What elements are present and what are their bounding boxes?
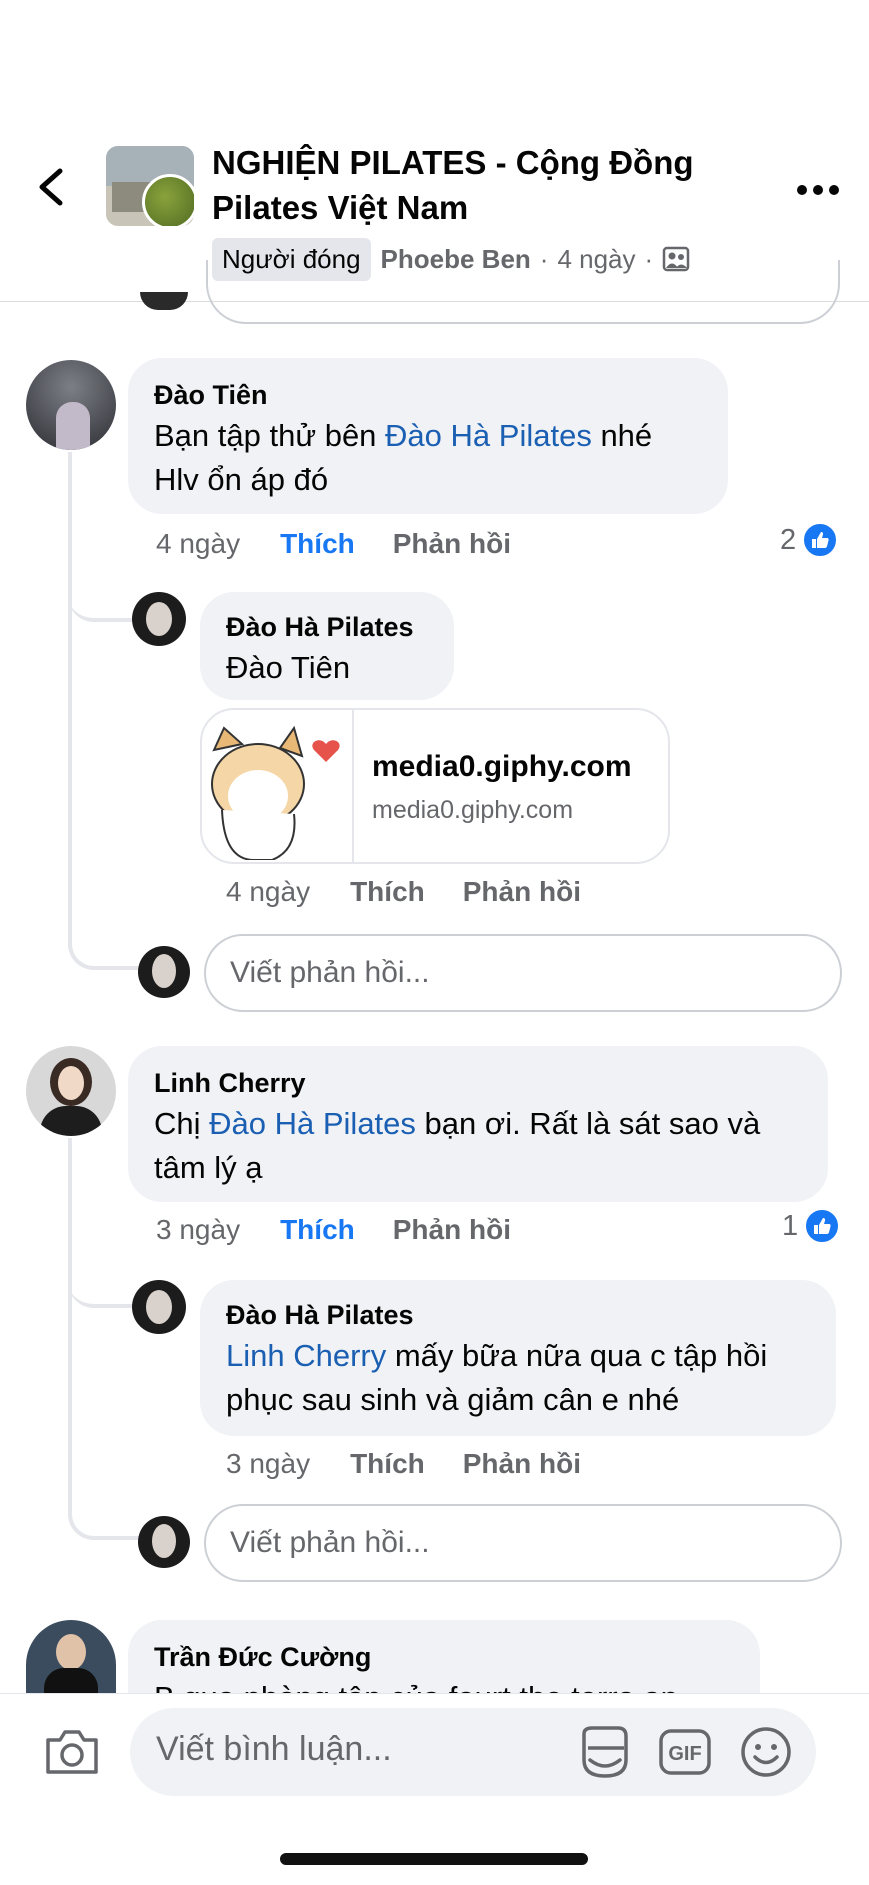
group-avatar-inset bbox=[142, 174, 194, 226]
post-header: NGHIỆN PILATES - Cộng Đồng Pilates Việt … bbox=[0, 0, 869, 302]
reply-author[interactable]: Đào Hà Pilates bbox=[226, 1296, 810, 1334]
avatar[interactable] bbox=[132, 592, 186, 646]
like-button[interactable]: Thích bbox=[280, 528, 355, 560]
like-button[interactable]: Thích bbox=[350, 1448, 425, 1480]
reply-time[interactable]: 3 ngày bbox=[226, 1448, 310, 1480]
like-reaction-icon bbox=[802, 522, 839, 558]
more-options-icon[interactable] bbox=[796, 180, 840, 200]
reply-author[interactable]: Đào Hà Pilates bbox=[226, 608, 428, 646]
comment-text: Chị Đào Hà Pilates bạn ơi. Rất là sát sa… bbox=[154, 1102, 802, 1190]
avatar[interactable] bbox=[26, 1046, 116, 1136]
reply-input[interactable]: Viết phản hồi... bbox=[204, 934, 842, 1012]
emoji-icon[interactable] bbox=[740, 1726, 792, 1778]
link-preview-card[interactable]: media0.giphy.com media0.giphy.com bbox=[200, 708, 670, 864]
comment-author[interactable]: Trần Đức Cường bbox=[154, 1638, 734, 1676]
comment-author[interactable]: Đào Tiên bbox=[154, 376, 702, 414]
comment-time[interactable]: 3 ngày bbox=[156, 1214, 240, 1246]
reaction-summary[interactable]: 2 bbox=[780, 522, 839, 558]
like-button[interactable]: Thích bbox=[280, 1214, 355, 1246]
thread-line-2-branch bbox=[68, 1138, 134, 1308]
home-indicator bbox=[280, 1853, 588, 1865]
avatar[interactable] bbox=[26, 1620, 116, 1694]
reply-button[interactable]: Phản hồi bbox=[463, 1448, 581, 1480]
reply-button[interactable]: Phản hồi bbox=[393, 1214, 511, 1246]
comment-text-part: Bạn tập thử bên bbox=[154, 418, 386, 453]
current-user-avatar bbox=[138, 946, 190, 998]
comment-actions: 4 ngày Thích Phản hồi bbox=[156, 524, 511, 564]
like-reaction-icon bbox=[804, 1208, 841, 1244]
comment-time[interactable]: 4 ngày bbox=[156, 528, 240, 560]
comment-bubble[interactable]: Trần Đức Cường B qua phòng tập của fourt… bbox=[128, 1620, 760, 1694]
link-title[interactable]: media0.giphy.com bbox=[372, 750, 632, 784]
avatar[interactable] bbox=[132, 1280, 186, 1334]
previous-reply-box-edge bbox=[206, 260, 840, 324]
current-user-avatar bbox=[138, 1516, 190, 1568]
reply-actions: 3 ngày Thích Phản hồi bbox=[226, 1444, 581, 1484]
avatar[interactable] bbox=[26, 360, 116, 450]
reply-input[interactable]: Viết phản hồi... bbox=[204, 1504, 842, 1582]
comment-author[interactable]: Linh Cherry bbox=[154, 1064, 802, 1102]
reply-time[interactable]: 4 ngày bbox=[226, 876, 310, 908]
comment-text-part: Chị bbox=[154, 1106, 210, 1141]
comment-input-placeholder: Viết bình luận... bbox=[156, 1730, 392, 1768]
mention-link[interactable]: Đào Hà Pilates bbox=[385, 418, 592, 453]
comment-bubble[interactable]: Đào Tiên Bạn tập thử bên Đào Hà Pilates … bbox=[128, 358, 728, 514]
avatar-sticker-icon[interactable] bbox=[578, 1724, 632, 1780]
reaction-count: 1 bbox=[782, 1209, 799, 1242]
gif-icon[interactable]: GIF bbox=[658, 1728, 712, 1776]
previous-avatar-edge bbox=[140, 292, 188, 310]
like-button[interactable]: Thích bbox=[350, 876, 425, 908]
reply-button[interactable]: Phản hồi bbox=[463, 876, 581, 908]
reply-button[interactable]: Phản hồi bbox=[393, 528, 511, 560]
comment-input[interactable]: Viết bình luận... bbox=[130, 1708, 816, 1796]
svg-text:GIF: GIF bbox=[668, 1743, 701, 1765]
link-domain: media0.giphy.com bbox=[372, 796, 574, 824]
mention-link[interactable]: Đào Hà Pilates bbox=[209, 1106, 416, 1141]
comment-bubble[interactable]: Linh Cherry Chị Đào Hà Pilates bạn ơi. R… bbox=[128, 1046, 828, 1202]
camera-icon[interactable] bbox=[44, 1726, 100, 1776]
reply-bubble[interactable]: Đào Hà Pilates Linh Cherry mấy bữa nữa q… bbox=[200, 1280, 836, 1436]
reaction-summary[interactable]: 1 bbox=[782, 1208, 841, 1244]
reaction-count: 2 bbox=[780, 523, 797, 556]
comment-actions: 3 ngày Thích Phản hồi bbox=[156, 1210, 511, 1250]
giphy-thumbnail bbox=[202, 710, 354, 862]
reply-actions: 4 ngày Thích Phản hồi bbox=[226, 872, 581, 912]
thread-line-1-branch bbox=[68, 452, 134, 622]
mention-link[interactable]: Đào Tiên bbox=[226, 646, 428, 690]
group-title[interactable]: NGHIỆN PILATES - Cộng Đồng Pilates Việt … bbox=[212, 140, 772, 230]
comment-text: Bạn tập thử bên Đào Hà Pilates nhé Hlv ổ… bbox=[154, 414, 702, 502]
mention-link[interactable]: Linh Cherry bbox=[226, 1338, 386, 1373]
reply-text: Linh Cherry mấy bữa nữa qua c tập hồi ph… bbox=[226, 1334, 810, 1422]
group-avatar[interactable] bbox=[106, 146, 194, 226]
comment-text: B qua phòng tập của fourt the terra an bbox=[154, 1676, 734, 1694]
reply-bubble[interactable]: Đào Hà Pilates Đào Tiên bbox=[200, 592, 454, 700]
back-arrow-icon[interactable] bbox=[30, 165, 74, 209]
